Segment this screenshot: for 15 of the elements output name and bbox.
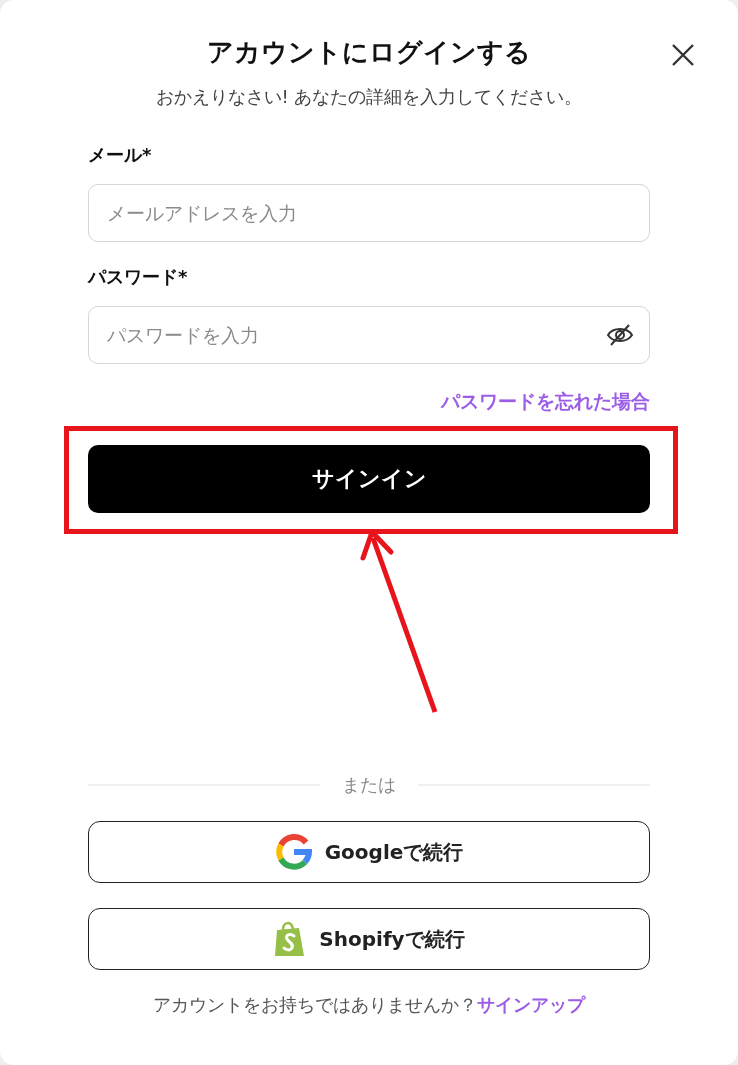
field-label: パスワード* <box>88 265 189 289</box>
password-field[interactable]: パスワードを入力 <box>88 306 650 364</box>
field-label: メール* <box>88 143 153 167</box>
hidden-eye-icon[interactable] <box>606 323 634 347</box>
signup-prompt: アカウントをお持ちではありませんか？ <box>153 994 477 1015</box>
sign-in-button[interactable]: サインイン <box>88 445 650 513</box>
divider-label: または <box>342 773 396 797</box>
dialog-subtitle: おかえりなさい! あなたの詳細を入力してください。 <box>154 85 584 109</box>
shopify-continue-button[interactable]: Shopifyで続行 <box>88 908 650 970</box>
google-continue-button[interactable]: Googleで続行 <box>88 821 650 883</box>
forgot-password-link[interactable]: パスワードを忘れた場合 <box>441 388 650 414</box>
sign-up-link[interactable]: サインアップ <box>477 994 585 1015</box>
dialog-title: アカウントにログインする <box>207 36 531 69</box>
google-logo-icon <box>274 833 313 871</box>
email-field[interactable]: メールアドレスを入力 <box>88 184 650 242</box>
